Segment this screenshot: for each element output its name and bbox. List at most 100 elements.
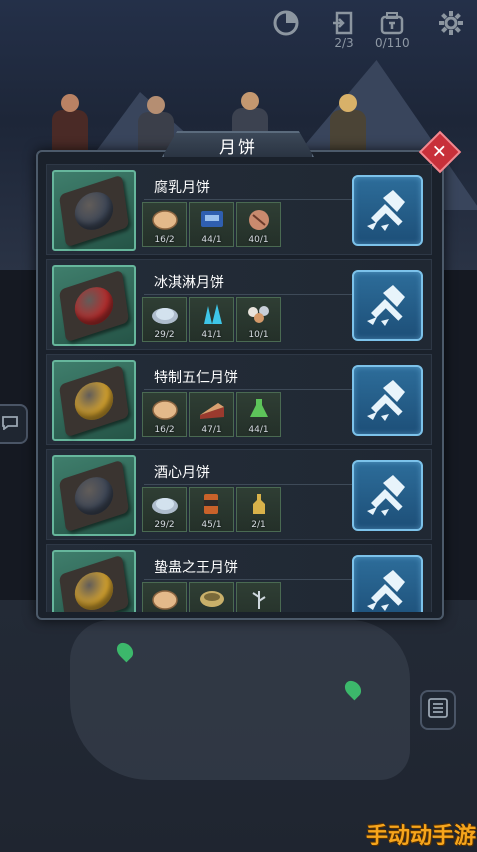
door-count: 2/3 [334, 36, 354, 50]
ingredient-count: 45/1 [201, 520, 222, 530]
ingredient-slot[interactable]: 47/1 [189, 392, 234, 437]
craft-button[interactable] [352, 270, 423, 341]
ingredient-count: 16/2 [154, 235, 175, 245]
flatbread-icon [151, 589, 179, 613]
mooncake-product-slot[interactable] [52, 360, 136, 441]
ingredient-list: 16/2 47/1 44/1 [142, 392, 281, 437]
recipe-list[interactable]: 腐乳月饼 16/2 44/1 40/1 冰淇淋月饼 29/2 41/1 10/1… [46, 164, 432, 612]
ingredient-slot[interactable] [189, 582, 234, 612]
recipe-row: 蛰蛊之王月饼 [46, 544, 432, 612]
divider [144, 294, 352, 295]
recipe-row: 酒心月饼 29/2 45/1 2/1 [46, 449, 432, 540]
egg-tray-icon [245, 305, 273, 330]
ingredient-slot[interactable] [142, 582, 187, 612]
hammer-craft-icon [363, 564, 413, 613]
meat-bundle-icon [245, 209, 273, 235]
ingredient-slot[interactable]: 44/1 [189, 202, 234, 247]
ingredient-count: 29/2 [154, 520, 175, 530]
chat-bubble-icon [2, 414, 18, 435]
ingredient-slot[interactable]: 10/1 [236, 297, 281, 342]
checklist-icon [428, 697, 448, 723]
ingredient-list: 16/2 44/1 40/1 [142, 202, 281, 247]
divider [144, 484, 352, 485]
craft-button[interactable] [352, 365, 423, 436]
exit-door-icon [330, 10, 358, 36]
flour-plate-icon [151, 307, 179, 330]
recipe-row: 腐乳月饼 16/2 44/1 40/1 [46, 164, 432, 255]
ingredient-count: 2/1 [251, 520, 266, 530]
ingredient-count: 10/1 [248, 330, 269, 340]
mooncake-product-slot[interactable] [52, 265, 136, 346]
craft-button[interactable] [352, 175, 423, 246]
dialog-title: 月饼 [162, 131, 314, 157]
settings-button[interactable] [437, 10, 465, 54]
herb-sprig-icon [245, 590, 273, 613]
mooncake-product-slot[interactable] [52, 455, 136, 536]
recipe-row: 特制五仁月饼 16/2 47/1 44/1 [46, 354, 432, 445]
hammer-craft-icon [363, 279, 413, 333]
machine-part-icon [198, 210, 226, 235]
craft-button[interactable] [352, 555, 423, 612]
ingredient-slot[interactable]: 40/1 [236, 202, 281, 247]
exit-door-counter[interactable]: 2/3 [330, 10, 358, 54]
divider [144, 579, 352, 580]
ingredient-count: 44/1 [201, 235, 222, 245]
cake-slice-icon [198, 402, 226, 425]
recipe-name: 蛰蛊之王月饼 [154, 560, 238, 576]
ingredient-slot[interactable]: 16/2 [142, 392, 187, 437]
ingredient-count: 29/2 [154, 330, 175, 340]
ingredient-count: 41/1 [201, 330, 222, 340]
flour-plate-icon [151, 497, 179, 520]
close-x-icon: ✕ [432, 141, 448, 163]
ingredient-slot[interactable]: 16/2 [142, 202, 187, 247]
ingredient-count: 47/1 [201, 425, 222, 435]
ingredient-slot[interactable]: 45/1 [189, 487, 234, 532]
flatbread-icon [151, 399, 179, 425]
gear-icon [437, 10, 465, 36]
recipe-row: 冰淇淋月饼 29/2 41/1 10/1 [46, 259, 432, 350]
ingredient-slot[interactable]: 29/2 [142, 297, 187, 342]
craft-button[interactable] [352, 460, 423, 531]
ingredient-list: 29/2 45/1 2/1 [142, 487, 281, 532]
ingredient-list [142, 582, 281, 612]
ingredient-list: 29/2 41/1 10/1 [142, 297, 281, 342]
recipe-name: 冰淇淋月饼 [154, 275, 224, 291]
backpack-icon [378, 10, 406, 36]
mooncake-icon [58, 174, 130, 247]
bowl-icon [198, 590, 226, 613]
liquor-can-icon [198, 493, 226, 520]
flatbread-icon [151, 209, 179, 235]
hammer-craft-icon [363, 374, 413, 428]
chat-button[interactable] [0, 404, 28, 444]
mooncake-icon [58, 364, 130, 437]
divider [144, 389, 352, 390]
divider [144, 199, 352, 200]
wine-bottle-icon [245, 493, 273, 520]
mooncake-icon [58, 459, 130, 532]
ingredient-slot[interactable]: 29/2 [142, 487, 187, 532]
potion-flask-icon [245, 398, 273, 425]
ingredient-slot[interactable]: 44/1 [236, 392, 281, 437]
ingredient-count: 40/1 [248, 235, 269, 245]
mooncake-icon [58, 269, 130, 342]
ingredient-slot[interactable]: 2/1 [236, 487, 281, 532]
ingredient-slot[interactable] [236, 582, 281, 612]
hammer-craft-icon [363, 184, 413, 238]
mooncake-product-slot[interactable] [52, 550, 136, 612]
hammer-craft-icon [363, 469, 413, 523]
ingredient-count: 16/2 [154, 425, 175, 435]
cooldown-indicator[interactable] [272, 10, 300, 54]
ingredient-slot[interactable]: 41/1 [189, 297, 234, 342]
recipe-name: 腐乳月饼 [154, 180, 210, 196]
mooncake-product-slot[interactable] [52, 170, 136, 251]
task-list-button[interactable] [420, 690, 456, 730]
backpack-counter[interactable]: 0/110 [375, 10, 410, 54]
mooncake-icon [58, 554, 130, 612]
recipe-name: 特制五仁月饼 [154, 370, 238, 386]
ice-crystal-icon [198, 303, 226, 330]
site-watermark: 手动动手游 [366, 824, 477, 849]
ingredient-count: 44/1 [248, 425, 269, 435]
bag-count: 0/110 [375, 36, 410, 50]
recipe-name: 酒心月饼 [154, 465, 210, 481]
cooldown-dial-icon [272, 10, 300, 36]
